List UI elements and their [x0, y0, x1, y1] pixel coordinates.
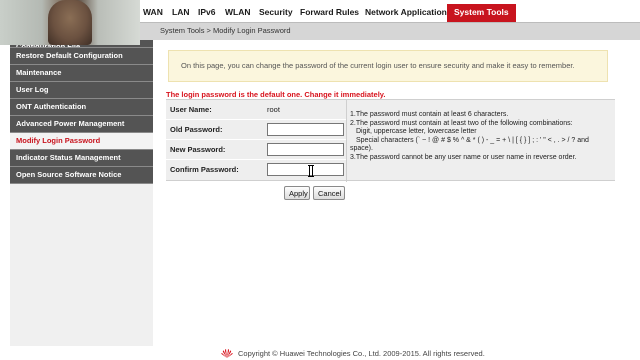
rule-line: Digit, uppercase letter, lowercase lette…: [356, 128, 477, 136]
breadcrumb: System Tools > Modify Login Password: [160, 26, 291, 35]
new-password-input[interactable]: [267, 143, 344, 156]
sidebar: Configuration File Restore Default Confi…: [10, 40, 153, 346]
sidebar-item-restore-default-configuration[interactable]: Restore Default Configuration: [10, 48, 153, 65]
confirm-password-input[interactable]: [267, 163, 344, 176]
form-divider: [346, 100, 347, 182]
person-face: [48, 0, 92, 45]
sidebar-item-open-source-software-notice[interactable]: Open Source Software Notice: [10, 167, 153, 184]
username-row: User Name: root: [166, 100, 346, 120]
rule-line: 1.The password must contain at least 6 c…: [350, 111, 509, 118]
rule-line: 3.The password cannot be any user name o…: [350, 153, 577, 161]
new-password-row: New Password:: [166, 140, 346, 160]
sidebar-item-indicator-status-management[interactable]: Indicator Status Management: [10, 150, 153, 167]
password-rules: 1.The password must contain at least 6 c…: [350, 111, 612, 163]
rule-line: 2.The password must contain at least two…: [350, 119, 573, 127]
tab-ipv6[interactable]: IPv6: [198, 5, 216, 20]
new-password-label: New Password:: [170, 145, 226, 154]
old-password-input[interactable]: [267, 123, 344, 136]
sidebar-item-ont-authentication[interactable]: ONT Authentication: [10, 99, 153, 116]
cancel-button[interactable]: Cancel: [313, 186, 345, 200]
sidebar-item-advanced-power-management[interactable]: Advanced Power Management: [10, 116, 153, 133]
tab-network-application[interactable]: Network Application: [365, 5, 447, 20]
sidebar-item-user-log[interactable]: User Log: [10, 82, 153, 99]
sidebar-item-maintenance[interactable]: Maintenance: [10, 65, 153, 82]
tab-security[interactable]: Security: [259, 5, 293, 20]
tab-wan[interactable]: WAN: [143, 5, 163, 20]
footer: Copyright © Huawei Technologies Co., Ltd…: [0, 346, 640, 360]
copyright-text: Copyright © Huawei Technologies Co., Ltd…: [238, 349, 485, 358]
confirm-password-label: Confirm Password:: [170, 165, 239, 174]
password-form: User Name: root Old Password: New Passwo…: [166, 99, 615, 182]
old-password-row: Old Password:: [166, 120, 346, 140]
tab-forward-rules[interactable]: Forward Rules: [300, 5, 359, 20]
default-password-warning: The login password is the default one. C…: [166, 90, 386, 99]
sidebar-item-modify-login-password[interactable]: Modify Login Password: [10, 133, 153, 150]
tab-system-tools[interactable]: System Tools: [447, 4, 516, 22]
huawei-logo-icon: [221, 349, 233, 358]
rule-line: Special characters (` ~ ! @ # $ % ^ & * …: [356, 136, 589, 144]
username-label: User Name:: [170, 105, 212, 114]
tab-wlan[interactable]: WLAN: [225, 5, 251, 20]
info-box: On this page, you can change the passwor…: [168, 50, 608, 82]
username-value: root: [267, 105, 280, 114]
tab-lan[interactable]: LAN: [172, 5, 189, 20]
old-password-label: Old Password:: [170, 125, 223, 134]
confirm-password-row: Confirm Password:: [166, 160, 346, 180]
webcam-overlay: [0, 0, 140, 45]
rule-line: space).: [350, 145, 373, 153]
apply-button[interactable]: Apply: [284, 186, 310, 200]
text-cursor-icon: [308, 165, 314, 177]
